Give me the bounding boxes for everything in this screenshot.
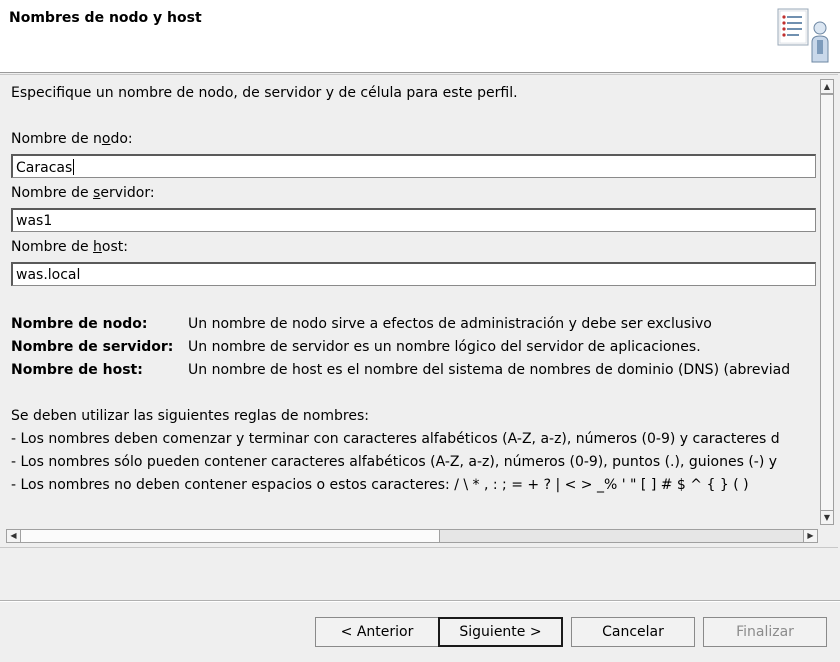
definition-desc-host: Un nombre de host es el nombre del siste… [188, 362, 791, 378]
rule-item: - Los nombres deben comenzar y terminar … [11, 431, 780, 447]
host-name-label: Nombre de host: [11, 239, 128, 255]
server-name-input[interactable]: was1 [11, 208, 816, 232]
next-button[interactable]: Siguiente > [438, 617, 563, 647]
scroll-down-icon[interactable]: ▼ [821, 510, 833, 524]
node-name-input[interactable]: Caracas [11, 154, 816, 178]
finish-button: Finalizar [703, 617, 827, 647]
horizontal-scroll-thumb[interactable] [21, 530, 440, 542]
content-panel: Especifique un nombre de nodo, de servid… [0, 74, 838, 548]
rule-item: - Los nombres sólo pueden contener carac… [11, 454, 778, 470]
scroll-up-icon[interactable]: ▲ [821, 80, 833, 94]
intro-text: Especifique un nombre de nodo, de servid… [11, 85, 518, 101]
rules-title: Se deben utilizar las siguientes reglas … [11, 408, 369, 424]
horizontal-scrollbar[interactable]: ◀ ▶ [6, 529, 818, 543]
definition-desc-node: Un nombre de nodo sirve a efectos de adm… [188, 316, 712, 332]
footer-divider [0, 600, 840, 602]
definition-term-host: Nombre de host: [11, 362, 143, 378]
back-button[interactable]: < Anterior [315, 617, 439, 647]
server-name-label: Nombre de servidor: [11, 185, 155, 201]
host-name-input[interactable]: was.local [11, 262, 816, 286]
definition-desc-server: Un nombre de servidor es un nombre lógic… [188, 339, 701, 355]
scrollable-content[interactable]: Especifique un nombre de nodo, de servid… [0, 75, 818, 525]
wizard-header: Nombres de nodo y host [0, 0, 840, 73]
cancel-button[interactable]: Cancelar [571, 617, 695, 647]
node-name-label: Nombre de nodo: [11, 131, 133, 147]
definition-term-node: Nombre de nodo: [11, 316, 148, 332]
rule-item: - Los nombres no deben contener espacios… [11, 477, 749, 493]
vertical-scroll-thumb[interactable] [821, 94, 833, 512]
definition-term-server: Nombre de servidor: [11, 339, 174, 355]
scroll-left-icon[interactable]: ◀ [7, 530, 21, 542]
text-caret [73, 159, 75, 175]
vertical-scrollbar[interactable]: ▲ ▼ [820, 79, 834, 525]
profile-checklist-user-icon [777, 8, 829, 63]
scroll-right-icon[interactable]: ▶ [803, 530, 817, 542]
page-title: Nombres de nodo y host [9, 10, 202, 26]
